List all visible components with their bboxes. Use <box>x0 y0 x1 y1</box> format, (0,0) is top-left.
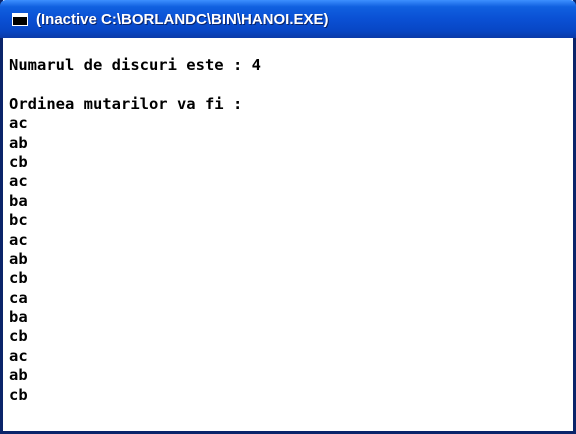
move-line: ac <box>9 230 28 249</box>
move-line: bc <box>9 211 28 230</box>
console-window: (Inactive C:\BORLANDC\BIN\HANOI.EXE) Num… <box>0 0 576 434</box>
move-line: ac <box>9 114 28 133</box>
disk-count-line: Numarul de discuri este : 4 <box>9 56 261 74</box>
move-line: ba <box>9 191 28 210</box>
move-line: ac <box>9 172 28 191</box>
window-title: (Inactive C:\BORLANDC\BIN\HANOI.EXE) <box>36 10 329 28</box>
title-bar[interactable]: (Inactive C:\BORLANDC\BIN\HANOI.EXE) <box>0 0 576 38</box>
move-line: ba <box>9 308 28 327</box>
console-window-icon[interactable] <box>12 12 28 26</box>
moves-header: Ordinea mutarilor va fi : <box>9 94 243 113</box>
move-line: ca <box>9 288 28 307</box>
move-line: cb <box>9 385 28 404</box>
move-line: ab <box>9 249 28 268</box>
move-line: ab <box>9 366 28 385</box>
move-line: cb <box>9 269 28 288</box>
move-line: cb <box>9 327 28 346</box>
move-line: ab <box>9 133 28 152</box>
console-output[interactable]: Numarul de discuri este : 4 Ordinea muta… <box>6 38 570 431</box>
move-line: ac <box>9 346 28 365</box>
move-line: cb <box>9 152 28 171</box>
